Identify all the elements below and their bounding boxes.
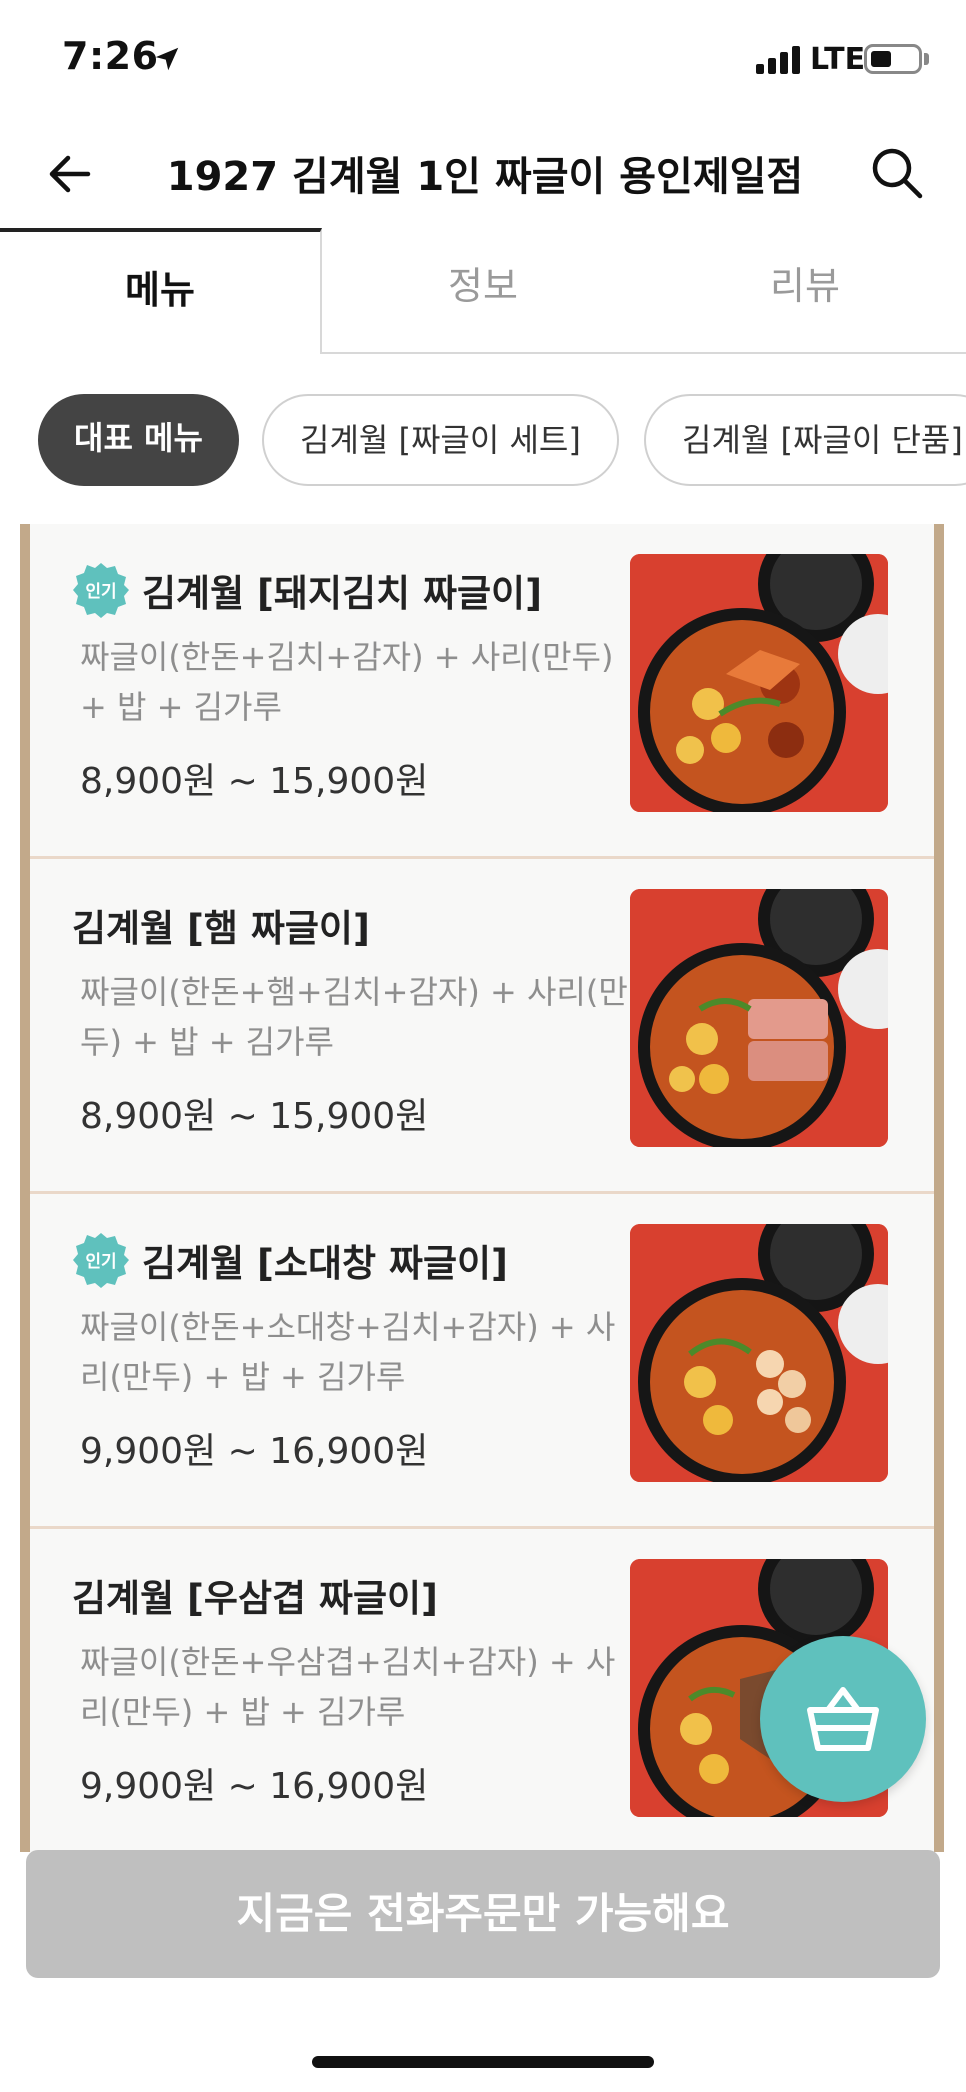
tab-info[interactable]: 정보 [322,228,644,354]
menu-item-name-row: 김계월 [우삼겹 짜글이] [72,1567,438,1623]
category-chips: 대표 메뉴 김계월 [짜글이 세트] 김계월 [짜글이 단품] [0,392,966,488]
battery-icon [864,44,922,74]
menu-item-name-row: 김계월 [햄 짜글이] [72,897,370,953]
menu-item-name: 김계월 [햄 짜글이] [72,907,370,950]
shopping-basket-icon [807,1687,879,1751]
menu-item[interactable]: 김계월 [햄 짜글이] 짜글이(한돈+햄+김치+감자) + 사리(만두) + 밥… [30,859,934,1194]
menu-item-name: 김계월 [돼지김치 짜글이] [142,572,542,615]
menu-item[interactable]: 인기 김계월 [돼지김치 짜글이] 짜글이(한돈+김치+감자) + 사리(만두)… [30,524,934,859]
search-icon[interactable] [868,144,926,202]
back-arrow-icon[interactable] [44,148,96,200]
menu-item-price: 8,900원 ~ 15,900원 [80,1096,429,1137]
popular-badge: 인기 [73,1233,129,1288]
menu-item-price: 9,900원 ~ 16,900원 [80,1766,429,1807]
phone-order-only-bar: 지금은 전화주문만 가능해요 [26,1850,940,1978]
menu-item-price: 8,900원 ~ 15,900원 [80,761,429,802]
popular-badge-label: 인기 [85,1252,116,1272]
cart-button[interactable] [760,1636,926,1802]
menu-item-description: 짜글이(한돈+김치+감자) + 사리(만두) + 밥 + 김가루 [80,638,614,726]
chip-set-menu[interactable]: 김계월 [짜글이 세트] [262,394,619,486]
chip-signature-menu[interactable]: 대표 메뉴 [38,394,239,486]
tab-review[interactable]: 리뷰 [644,228,966,354]
menu-item-name: 김계월 [소대창 짜글이] [142,1242,508,1285]
menu-item-name: 김계월 [우삼겹 짜글이] [72,1577,438,1620]
menu-item-description: 짜글이(한돈+우삼겹+김치+감자) + 사리(만두) + 밥 + 김가루 [80,1643,616,1731]
menu-item-photo [630,889,888,1147]
menu-item-name-row: 인기 김계월 [소대창 짜글이] [72,1232,508,1288]
battery-cap [924,53,929,65]
menu-item[interactable]: 인기 김계월 [소대창 짜글이] 짜글이(한돈+소대창+김치+감자) + 사리(… [30,1194,934,1529]
menu-item-description: 짜글이(한돈+소대창+김치+감자) + 사리(만두) + 밥 + 김가루 [80,1308,616,1396]
store-title: 1927 김계월 1인 짜글이 용인제일점 [166,154,804,200]
tab-menu[interactable]: 메뉴 [0,228,322,354]
status-time: 7:26 [62,34,159,78]
signal-icon [756,46,800,74]
popular-badge-label: 인기 [85,582,116,602]
menu-item-photo [630,554,888,812]
popular-badge: 인기 [73,563,129,618]
location-arrow-icon [155,47,179,71]
chip-single-menu[interactable]: 김계월 [짜글이 단품] [644,394,966,486]
tab-bar: 메뉴 정보 리뷰 [0,228,966,354]
home-indicator [312,2056,654,2068]
status-bar: 7:26 LTE [0,0,966,120]
network-label: LTE [810,42,866,77]
store-header: 1927 김계월 1인 짜글이 용인제일점 [0,120,966,230]
menu-item-photo [630,1224,888,1482]
menu-item-name-row: 인기 김계월 [돼지김치 짜글이] [72,562,542,618]
menu-item-price: 9,900원 ~ 16,900원 [80,1431,429,1472]
menu-item-description: 짜글이(한돈+햄+김치+감자) + 사리(만두) + 밥 + 김가루 [80,973,628,1061]
